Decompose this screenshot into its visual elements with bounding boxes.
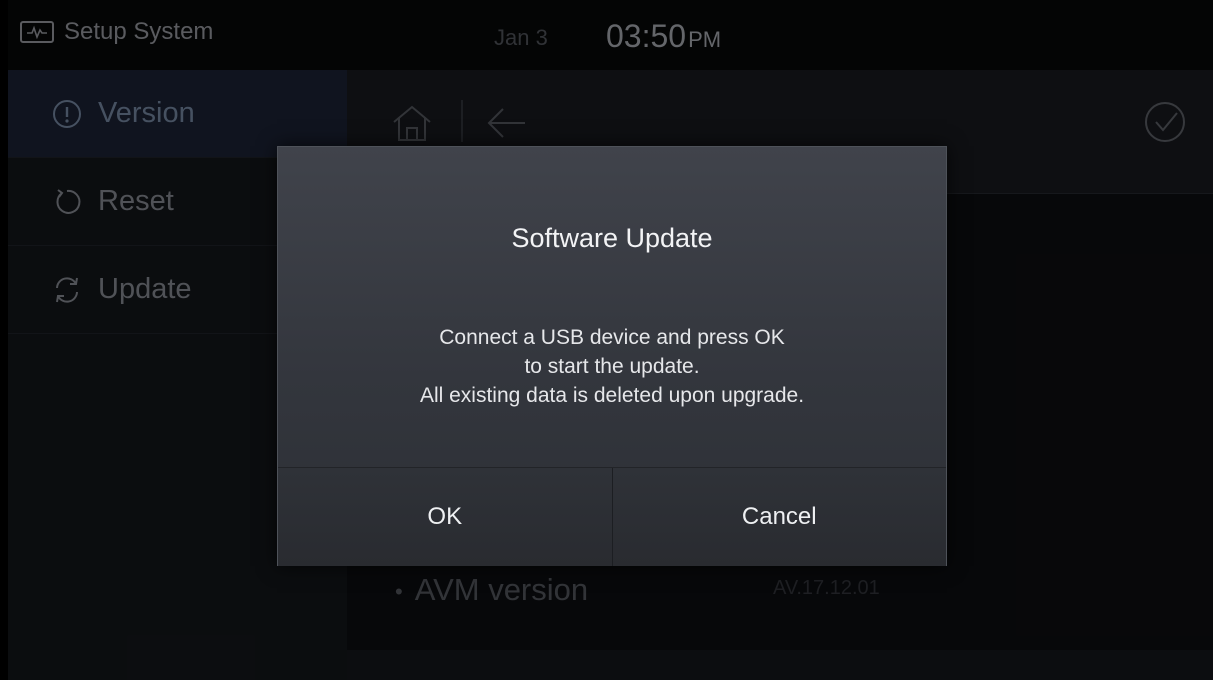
cancel-button[interactable]: Cancel	[611, 468, 946, 566]
dialog-message: Connect a USB device and press OK to sta…	[278, 323, 946, 410]
ok-button[interactable]: OK	[278, 468, 612, 566]
software-update-dialog: Software Update Connect a USB device and…	[277, 146, 947, 566]
dialog-message-line: Connect a USB device and press OK	[439, 326, 785, 349]
dialog-message-line: All existing data is deleted upon upgrad…	[419, 384, 805, 407]
dialog-button-bar: OK Cancel	[278, 467, 946, 566]
dialog-title: Software Update	[511, 223, 713, 253]
dialog-message-line: to start the update.	[524, 355, 700, 378]
